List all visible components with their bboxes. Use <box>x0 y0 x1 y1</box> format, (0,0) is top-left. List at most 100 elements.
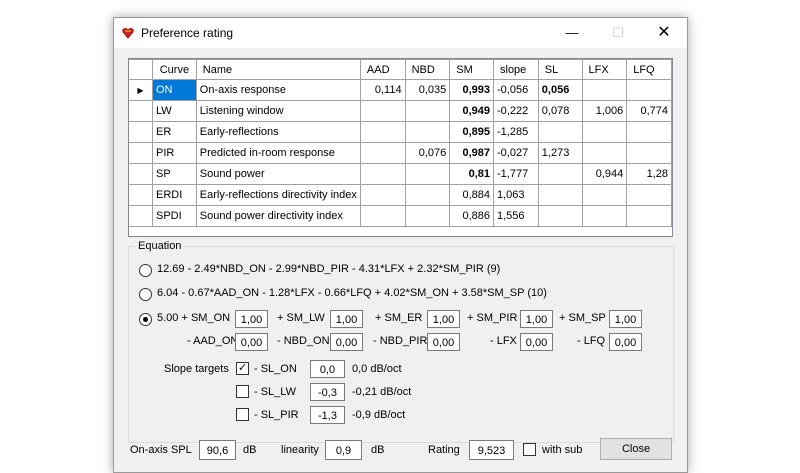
aad-cell[interactable] <box>359 100 406 122</box>
sl-on-checkbox[interactable]: ✓ <box>236 362 249 375</box>
sl-pir-target-input[interactable]: -1,3 <box>310 406 345 424</box>
column-header-sl[interactable]: SL <box>537 59 583 80</box>
curve-cell[interactable]: SPDI <box>152 205 197 227</box>
lfq-cell[interactable] <box>626 142 672 164</box>
sl-lw-checkbox[interactable] <box>236 385 249 398</box>
column-header-nbd[interactable]: NBD <box>404 59 451 80</box>
name-cell[interactable]: Predicted in-room response <box>195 142 361 164</box>
curve-cell[interactable]: ER <box>152 121 197 143</box>
name-cell[interactable]: Sound power directivity index <box>195 205 361 227</box>
column-header-slope[interactable]: slope <box>493 59 539 80</box>
sl-cell[interactable] <box>537 205 583 227</box>
sl-cell[interactable] <box>537 121 583 143</box>
custom-equation-radio[interactable] <box>139 313 152 326</box>
slope-cell[interactable]: 1,063 <box>493 184 539 206</box>
with-sub-label[interactable]: with sub <box>542 444 582 456</box>
sl-on-target-input[interactable]: 0,0 <box>310 360 345 378</box>
metrics-grid[interactable]: Curve Name AAD NBD SM slope SL LFX LFQ ▶… <box>128 58 673 237</box>
lfx-cell[interactable] <box>581 205 628 227</box>
nbd-on-weight-input[interactable]: 0,00 <box>330 333 363 351</box>
sm-cell[interactable]: 0,949 <box>449 100 494 122</box>
table-row[interactable]: ▶ ON On-axis response 0,114 0,035 0,993 … <box>129 79 672 101</box>
nbd-cell[interactable] <box>404 121 451 143</box>
name-cell[interactable]: Early-reflections directivity index <box>195 184 361 206</box>
aad-cell[interactable]: 0,114 <box>359 79 406 101</box>
column-header-lfx[interactable]: LFX <box>581 59 628 80</box>
sl-pir-checkbox[interactable] <box>236 408 249 421</box>
equation-9-radio[interactable] <box>139 264 152 277</box>
lfx-cell[interactable] <box>581 184 628 206</box>
sl-lw-target-input[interactable]: -0,3 <box>310 383 345 401</box>
aad-on-weight-input[interactable]: 0,00 <box>235 333 268 351</box>
lfq-cell[interactable] <box>626 79 672 101</box>
column-header-lfq[interactable]: LFQ <box>626 59 672 80</box>
sm-cell[interactable]: 0,884 <box>449 184 494 206</box>
table-row[interactable]: PIR Predicted in-room response 0,076 0,9… <box>129 142 672 164</box>
table-row[interactable]: SPDI Sound power directivity index 0,886… <box>129 205 672 227</box>
column-header-sm[interactable]: SM <box>449 59 494 80</box>
curve-cell[interactable]: ERDI <box>152 184 197 206</box>
sm-sp-weight-input[interactable]: 1,00 <box>609 310 642 328</box>
sl-cell[interactable]: 0,056 <box>537 79 583 101</box>
equation-10-label[interactable]: 6.04 - 0.67*AAD_ON - 1.28*LFX - 0.66*LFQ… <box>157 287 547 299</box>
equation-9-label[interactable]: 12.69 - 2.49*NBD_ON - 2.99*NBD_PIR - 4.3… <box>157 263 500 275</box>
slope-cell[interactable]: -0,056 <box>493 79 539 101</box>
lfx-cell[interactable]: 1,006 <box>581 100 628 122</box>
slope-cell[interactable]: -1,285 <box>493 121 539 143</box>
lfx-cell[interactable]: 0,944 <box>581 163 628 185</box>
sm-cell[interactable]: 0,886 <box>449 205 494 227</box>
lfx-cell[interactable] <box>581 142 628 164</box>
slope-cell[interactable]: -0,222 <box>493 100 539 122</box>
title-bar[interactable]: Preference rating — ☐ ✕ <box>114 18 687 48</box>
column-header-aad[interactable]: AAD <box>359 59 406 80</box>
sm-cell[interactable]: 0,993 <box>449 79 494 101</box>
table-row[interactable]: ERDI Early-reflections directivity index… <box>129 184 672 206</box>
table-row[interactable]: SP Sound power 0,81 -1,777 0,944 1,28 <box>129 163 672 185</box>
curve-cell[interactable]: PIR <box>152 142 197 164</box>
close-button[interactable]: Close <box>600 438 672 460</box>
lfq-weight-input[interactable]: 0,00 <box>609 333 642 351</box>
aad-cell[interactable] <box>359 184 406 206</box>
lfq-cell[interactable] <box>626 184 672 206</box>
sl-cell[interactable] <box>537 184 583 206</box>
with-sub-checkbox[interactable] <box>523 443 536 456</box>
lfx-weight-input[interactable]: 0,00 <box>520 333 553 351</box>
nbd-pir-weight-input[interactable]: 0,00 <box>427 333 460 351</box>
column-header-curve[interactable]: Curve <box>152 59 197 80</box>
sl-cell[interactable] <box>537 163 583 185</box>
nbd-cell[interactable] <box>404 100 451 122</box>
name-cell[interactable]: Early-reflections <box>195 121 361 143</box>
sm-er-weight-input[interactable]: 1,00 <box>427 310 460 328</box>
curve-cell[interactable]: SP <box>152 163 197 185</box>
slope-cell[interactable]: 1,556 <box>493 205 539 227</box>
sm-lw-weight-input[interactable]: 1,00 <box>330 310 363 328</box>
custom-equation-label[interactable]: 5.00 + SM_ON <box>157 312 230 324</box>
sm-cell[interactable]: 0,81 <box>449 163 494 185</box>
close-window-button[interactable]: ✕ <box>641 18 687 48</box>
equation-10-radio[interactable] <box>139 288 152 301</box>
lfq-cell[interactable]: 0,774 <box>626 100 672 122</box>
aad-cell[interactable] <box>359 121 406 143</box>
slope-cell[interactable]: -1,777 <box>493 163 539 185</box>
sm-cell[interactable]: 0,987 <box>449 142 494 164</box>
lfq-cell[interactable] <box>626 205 672 227</box>
slope-cell[interactable]: -0,027 <box>493 142 539 164</box>
column-header-name[interactable]: Name <box>195 59 361 80</box>
name-cell[interactable]: Sound power <box>195 163 361 185</box>
sm-pir-weight-input[interactable]: 1,00 <box>520 310 553 328</box>
nbd-cell[interactable]: 0,076 <box>404 142 451 164</box>
aad-cell[interactable] <box>359 142 406 164</box>
sm-cell[interactable]: 0,895 <box>449 121 494 143</box>
nbd-cell[interactable] <box>404 184 451 206</box>
table-row[interactable]: LW Listening window 0,949 -0,222 0,078 1… <box>129 100 672 122</box>
aad-cell[interactable] <box>359 205 406 227</box>
name-cell[interactable]: Listening window <box>195 100 361 122</box>
sl-cell[interactable]: 1,273 <box>537 142 583 164</box>
sm-on-weight-input[interactable]: 1,00 <box>235 310 268 328</box>
table-row[interactable]: ER Early-reflections 0,895 -1,285 <box>129 121 672 143</box>
name-cell[interactable]: On-axis response <box>195 79 361 101</box>
nbd-cell[interactable]: 0,035 <box>404 79 451 101</box>
lfq-cell[interactable] <box>626 121 672 143</box>
nbd-cell[interactable] <box>404 163 451 185</box>
aad-cell[interactable] <box>359 163 406 185</box>
